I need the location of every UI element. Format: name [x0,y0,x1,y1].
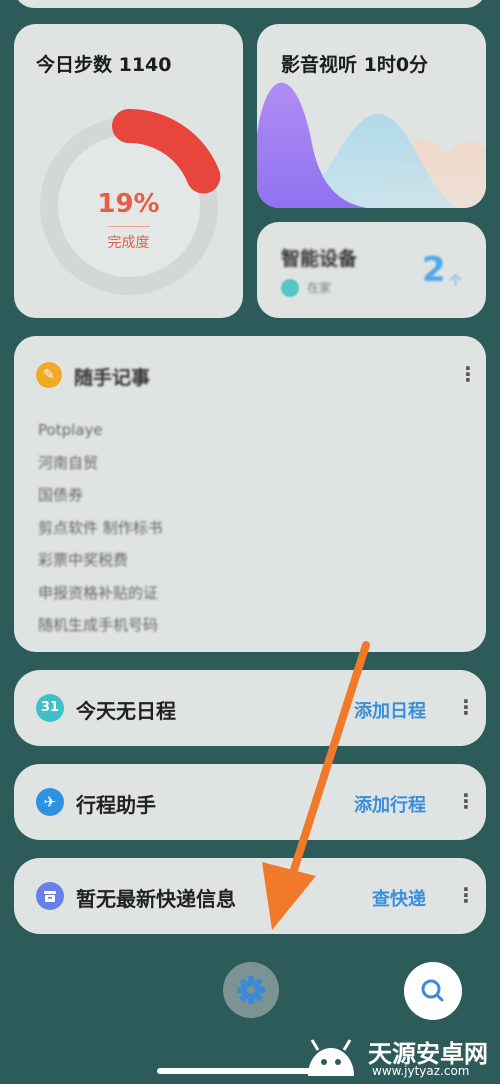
calendar-icon: 31 [36,694,64,722]
device-status: 在家 [307,281,332,295]
notes-title: 随手记事 [74,367,151,389]
pencil-icon: ✎ [36,362,62,388]
percent-divider [108,226,150,227]
note-item[interactable]: Potplaye [38,414,163,447]
note-item[interactable]: 随机生成手机号码 [38,609,163,642]
media-widget[interactable]: 影音视听 1时0分 [257,24,486,208]
device-unit: 个 [449,274,463,289]
steps-title: 今日步数 1140 [36,54,172,76]
add-schedule-button[interactable]: 添加日程 [354,697,426,723]
watermark-url: www.jytyaz.com [372,1064,470,1078]
schedule-more-icon[interactable]: ⋮ [456,697,476,717]
add-trip-button[interactable]: 添加行程 [354,791,426,817]
schedule-row[interactable]: 31 今天无日程 添加日程 ⋮ [14,670,486,746]
media-title: 影音视听 1时0分 [281,54,429,76]
notes-more-icon[interactable]: ⋮ [458,364,478,384]
note-item[interactable]: 申报资格补贴的证 [38,577,163,610]
notes-list: Potplaye 河南自贸 国债券 剪点软件 制作标书 彩票中奖税费 申报资格补… [38,414,163,642]
home-status-icon [281,279,299,297]
settings-button[interactable] [223,962,279,1018]
device-count: 2 [422,250,446,290]
search-icon [421,979,444,1002]
parcel-row[interactable]: 暂无最新快递信息 查快递 ⋮ [14,858,486,934]
steps-widget[interactable]: 今日步数 1140 19% 完成度 [14,24,243,318]
note-item[interactable]: 剪点软件 制作标书 [38,512,163,545]
steps-subtitle: 完成度 [107,235,150,251]
smart-device-widget[interactable]: 智能设备 在家 2 个 [257,222,486,318]
top-widget-edge [14,0,486,8]
schedule-label: 今天无日程 [76,699,176,723]
steps-percent: 19% [97,189,160,219]
note-item[interactable]: 河南自贸 [38,447,163,480]
search-button[interactable] [404,962,462,1020]
trip-label: 行程助手 [76,793,156,817]
parcel-more-icon[interactable]: ⋮ [456,885,476,905]
parcel-box-icon [36,882,64,910]
android-logo-icon [308,1039,354,1076]
trip-row[interactable]: ✈ 行程助手 添加行程 ⋮ [14,764,486,840]
note-item[interactable]: 国债券 [38,479,163,512]
notes-widget[interactable]: ✎ 随手记事 ⋮ Potplaye 河南自贸 国债券 剪点软件 制作标书 彩票中… [14,336,486,652]
track-parcel-button[interactable]: 查快递 [372,885,426,911]
gear-icon [237,976,265,1004]
note-item[interactable]: 彩票中奖税费 [38,544,163,577]
airplane-icon: ✈ [36,788,64,816]
trip-more-icon[interactable]: ⋮ [456,791,476,811]
site-watermark: 天源安卓网 www.jytyaz.com [300,1030,500,1084]
parcel-label: 暂无最新快递信息 [76,887,236,911]
device-title: 智能设备 [281,248,358,270]
